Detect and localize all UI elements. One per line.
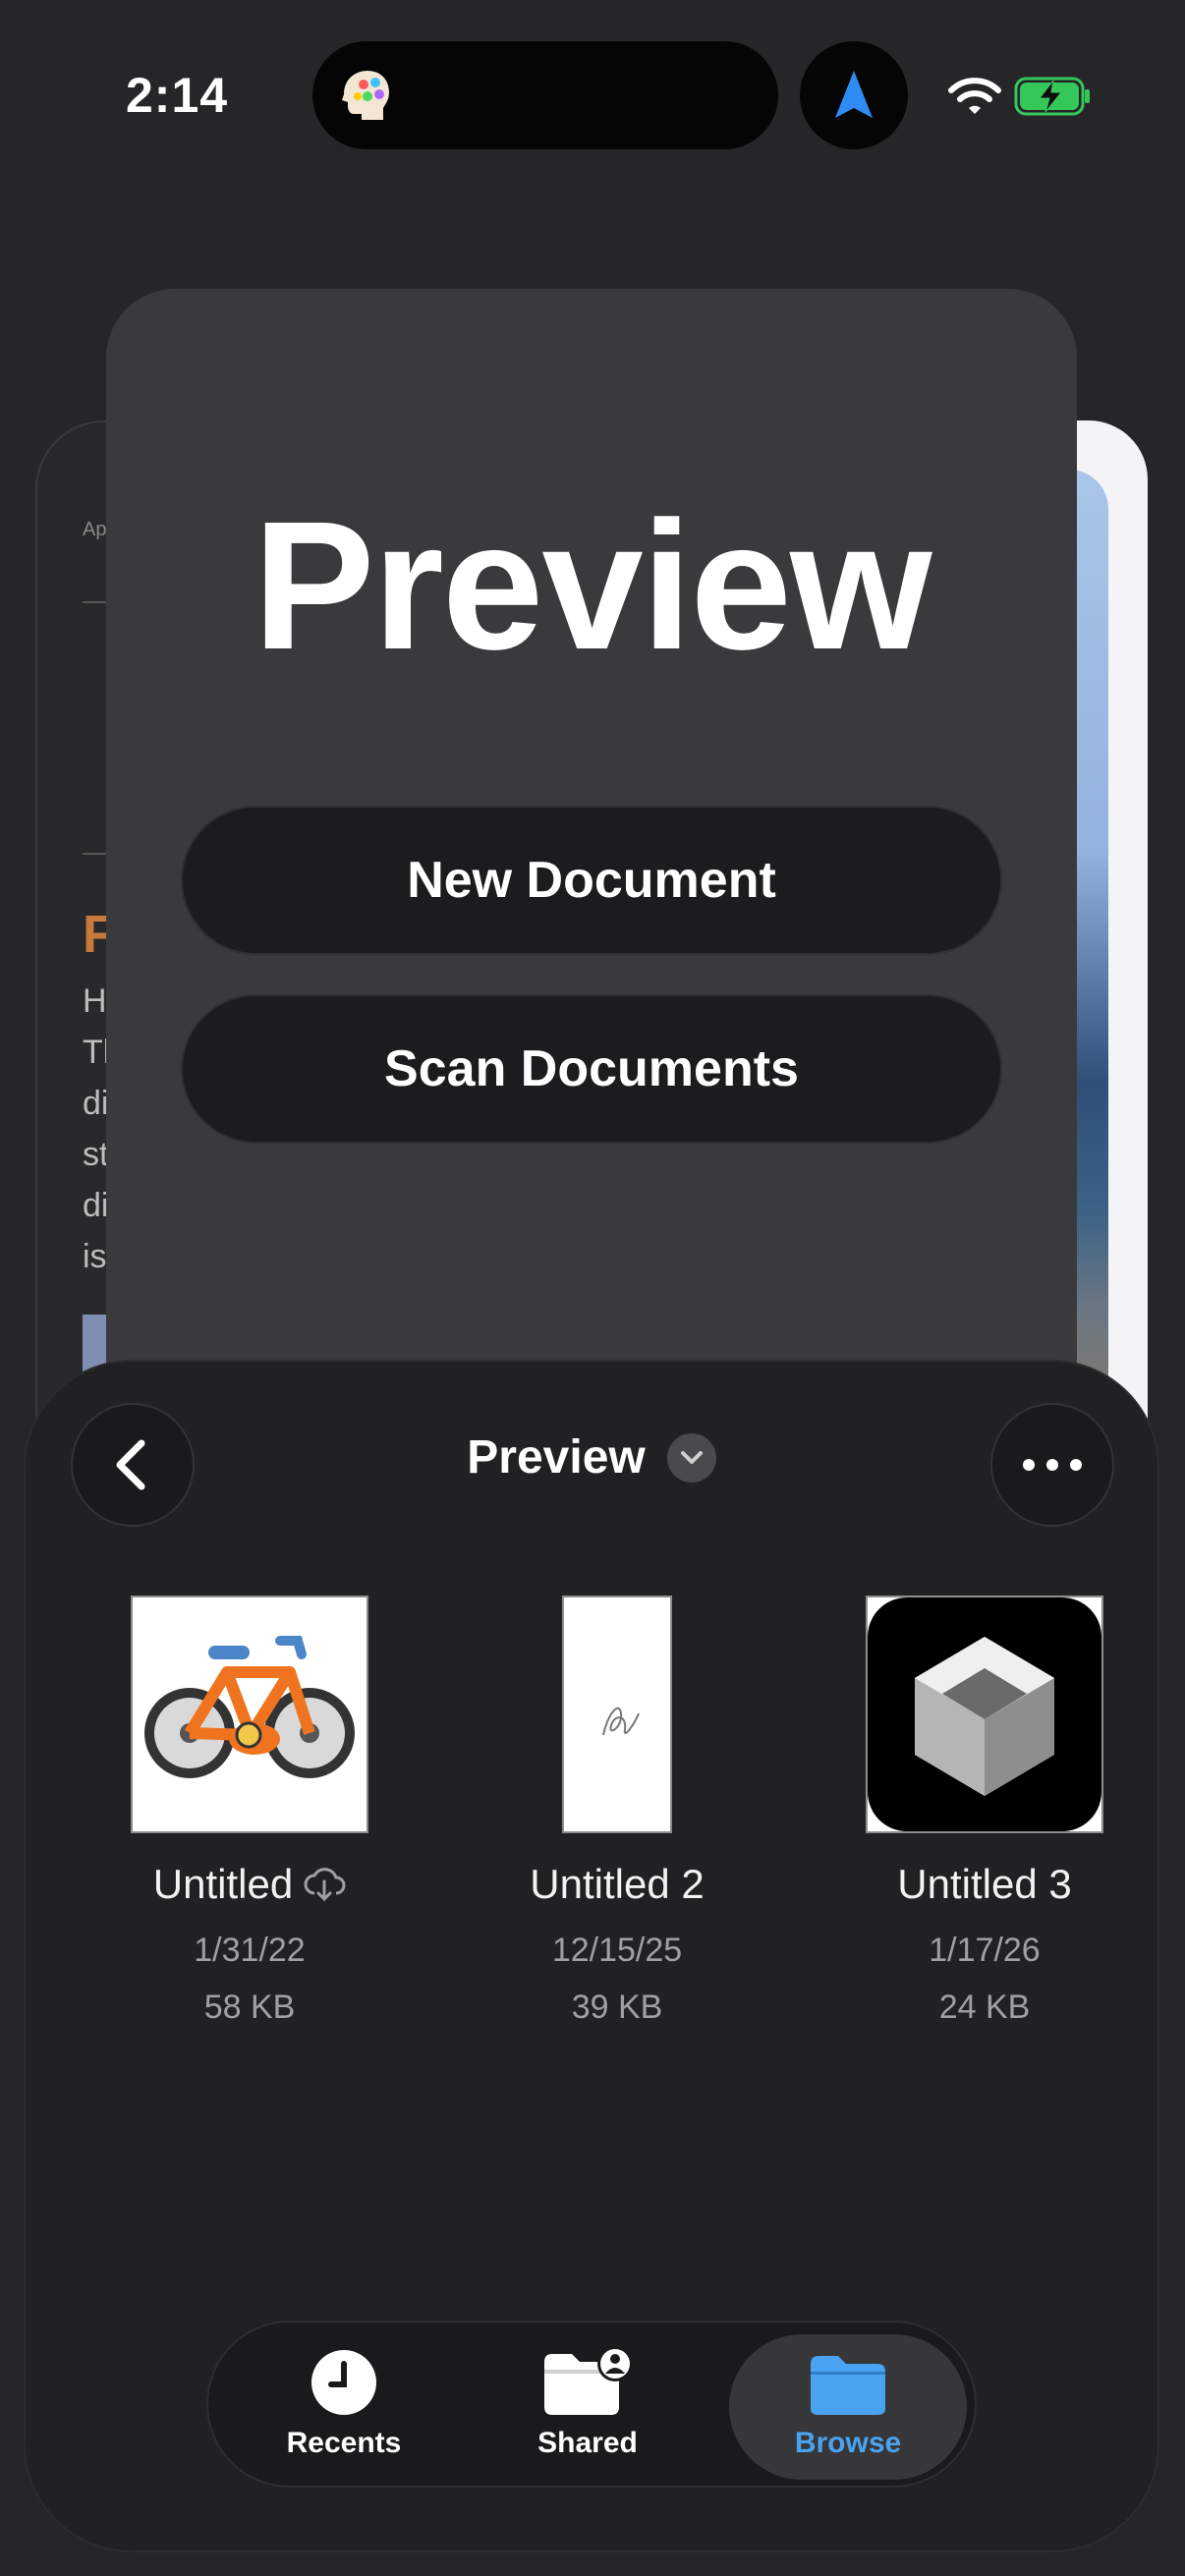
cube-thumbnail [866,1596,1103,1833]
clock-icon [311,2350,376,2415]
bg-text-fragment: st [83,1136,109,1173]
navigation-indicator[interactable] [800,41,908,149]
file-size: 24 KB [938,1988,1031,2026]
preview-launcher-card: Preview New Document Scan Documents [106,289,1077,1370]
launcher-title: Preview [253,484,931,688]
bg-text-fragment: di [83,1187,109,1224]
bg-text-fragment: di [83,1085,109,1122]
file-item[interactable]: Untitled 1/31/22 58 KB [83,1594,417,2036]
chevron-down-icon [666,1432,716,1483]
bicycle-thumbnail [131,1596,368,1833]
tab-bar: Recents Shared Browse [206,2321,977,2488]
head-palette-icon [342,71,389,120]
file-name: Untitled 2 [530,1861,705,1907]
cloud-download-icon [304,1868,346,1901]
file-size: 58 KB [203,1988,296,2026]
dynamic-island[interactable] [312,41,778,149]
file-size: 39 KB [571,1988,663,2026]
bg-text-fragment: H [83,982,107,1020]
status-time: 2:14 [126,68,229,123]
location-arrow-icon [835,71,873,118]
tab-shared[interactable]: Shared [474,2323,702,2486]
file-date: 12/15/25 [551,1932,683,1969]
wifi-icon [948,78,1001,114]
more-button[interactable] [990,1403,1114,1527]
file-item[interactable]: Untitled 2 12/15/25 39 KB [450,1594,784,2036]
ellipsis-icon [1023,1459,1082,1471]
tab-browse-label: Browse [794,2427,902,2459]
battery-charging-icon [1014,77,1090,116]
file-browser-sheet: Preview Untitled 1/31/22 58 KB Untitled … [24,1360,1159,2552]
folder-icon [811,2356,885,2415]
tab-browse[interactable]: Browse [729,2334,967,2480]
tab-recents-label: Recents [286,2427,402,2459]
bg-text-fragment: Ap [83,519,107,540]
file-name: Untitled 3 [897,1861,1072,1907]
file-date: 1/17/26 [929,1932,1041,1969]
file-date: 1/31/22 [194,1932,306,1969]
bg-text-fragment: is [83,1238,107,1275]
location-title-label: Preview [467,1431,646,1484]
shared-folder-icon [544,2348,633,2415]
scan-documents-button[interactable]: Scan Documents [181,994,1002,1144]
signature-thumbnail [562,1596,672,1833]
file-name: Untitled [152,1861,294,1907]
new-document-button[interactable]: New Document [181,806,1002,955]
tab-shared-label: Shared [537,2427,638,2459]
tab-recents[interactable]: Recents [230,2323,458,2486]
location-title[interactable]: Preview [26,1430,1157,1484]
file-item[interactable]: Untitled 3 1/17/26 24 KB [818,1594,1152,2036]
